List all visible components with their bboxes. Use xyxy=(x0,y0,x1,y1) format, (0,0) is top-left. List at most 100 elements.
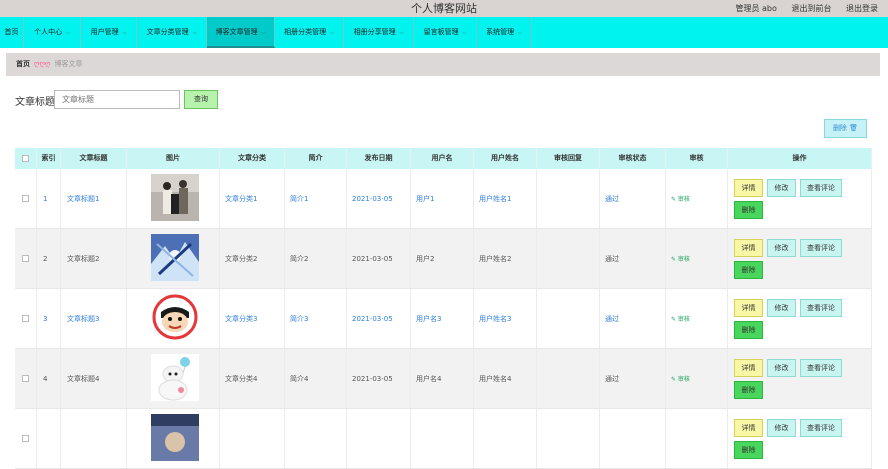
delete-button[interactable]: 删除 xyxy=(734,440,763,459)
view-comments-button[interactable]: 查看评论 xyxy=(800,358,842,377)
cell-index: 2 xyxy=(37,229,61,288)
select-all-checkbox[interactable] xyxy=(22,155,29,162)
view-comments-button[interactable]: 查看评论 xyxy=(800,418,842,437)
nav-article-category[interactable]: 文章分类管理 ⌵ xyxy=(137,17,207,48)
cell-audit: ✎ 审核 xyxy=(666,169,728,228)
chevron-down-icon: ⌵ xyxy=(261,30,266,36)
photo-partial-icon[interactable] xyxy=(151,414,199,463)
delete-button[interactable]: 删除 xyxy=(734,200,763,219)
table-row: 详情 修改 查看评论删除 xyxy=(15,409,872,469)
audit-link[interactable]: ✎ 审核 xyxy=(671,254,690,263)
audit-link[interactable]: ✎ 审核 xyxy=(671,314,690,323)
cell-username xyxy=(411,409,474,468)
white-robot-icon[interactable] xyxy=(151,354,199,403)
cell-operations: 详情 修改 查看评论删除 xyxy=(728,349,872,408)
cell-category: 文章分类4 xyxy=(220,349,285,408)
table-body: 1 文章标题1 文章分类1 简介1 2021-03-05 用户1 用户姓名1 通过 ✎ 审核 详情… xyxy=(15,169,872,469)
top-links: 管理员 abo 退出到前台 退出登录 xyxy=(723,0,878,17)
view-comments-button[interactable]: 查看评论 xyxy=(800,238,842,257)
batch-delete-button[interactable]: 删除 🗑 xyxy=(824,119,867,138)
delete-button[interactable]: 删除 xyxy=(734,380,763,399)
back-to-front-link[interactable]: 退出到前台 xyxy=(791,4,831,13)
anime-art-icon[interactable] xyxy=(151,234,199,283)
cell-operations: 详情 修改 查看评论删除 xyxy=(728,229,872,288)
table-row: 1 文章标题1 文章分类1 简介1 2021-03-05 用户1 用户姓名1 通过 ✎ 审核 详情… xyxy=(15,169,872,229)
cell-date: 2021-03-05 xyxy=(347,169,411,228)
nav-guestbook[interactable]: 留言板管理 ⌵ xyxy=(414,17,477,48)
cell-audit: ✎ 审核 xyxy=(666,289,728,348)
cell-index: 1 xyxy=(37,169,61,228)
edit-button[interactable]: 修改 xyxy=(767,178,796,197)
nav-home[interactable]: 首页 xyxy=(0,17,24,48)
cell-audit-status: 通过 xyxy=(600,229,666,288)
cell-title: 文章标题4 xyxy=(61,349,127,408)
cell-image xyxy=(127,229,220,288)
column-header: 用户名 xyxy=(411,148,474,169)
edit-button[interactable]: 修改 xyxy=(767,238,796,257)
cell-operations: 详情 修改 查看评论删除 xyxy=(728,289,872,348)
column-header: 用户姓名 xyxy=(474,148,537,169)
cell-intro: 简介4 xyxy=(285,349,347,408)
cell-image xyxy=(127,349,220,408)
cell-user-fullname xyxy=(474,409,537,468)
cell-audit-reply xyxy=(537,409,600,468)
row-checkbox[interactable] xyxy=(22,255,29,262)
search-button[interactable]: 查询 xyxy=(184,90,218,109)
nav-user-manage[interactable]: 用户管理 ⌵ xyxy=(81,17,137,48)
cell-username: 用户名3 xyxy=(411,289,474,348)
cell-category: 文章分类2 xyxy=(220,229,285,288)
nav-blog-article[interactable]: 博客文章管理 ⌵ xyxy=(207,17,275,48)
cell-username: 用户2 xyxy=(411,229,474,288)
nav-album-share[interactable]: 相册分享管理 ⌵ xyxy=(344,17,414,48)
cell-intro: 简介3 xyxy=(285,289,347,348)
cell-user-fullname: 用户姓名2 xyxy=(474,229,537,288)
row-checkbox[interactable] xyxy=(22,375,29,382)
cell-user-fullname: 用户姓名1 xyxy=(474,169,537,228)
table-header: 索引 文章标题 图片 文章分类 简介 发布日期 用户名 用户姓名 审核回复 审核… xyxy=(15,148,872,169)
detail-button[interactable]: 详情 xyxy=(734,178,763,197)
row-select-cell xyxy=(15,289,37,348)
edit-button[interactable]: 修改 xyxy=(767,358,796,377)
edit-button[interactable]: 修改 xyxy=(767,418,796,437)
breadcrumb-home[interactable]: 首页 xyxy=(16,60,30,68)
cell-audit: ✎ 审核 xyxy=(666,229,728,288)
nav-system[interactable]: 系统管理 ⌵ xyxy=(477,17,532,48)
nav-album-category[interactable]: 相册分类管理 ⌵ xyxy=(275,17,344,48)
row-checkbox[interactable] xyxy=(22,195,29,202)
search-input[interactable] xyxy=(54,90,180,109)
column-header: 文章标题 xyxy=(61,148,127,169)
delete-button[interactable]: 删除 xyxy=(734,320,763,339)
logout-link[interactable]: 退出登录 xyxy=(846,4,878,13)
row-select-cell xyxy=(15,409,37,468)
search-label: 文章标题 xyxy=(15,97,55,108)
cell-date: 2021-03-05 xyxy=(347,229,411,288)
view-comments-button[interactable]: 查看评论 xyxy=(800,298,842,317)
cell-audit-status xyxy=(600,409,666,468)
admin-label: 管理员 abo xyxy=(735,4,777,13)
detail-button[interactable]: 详情 xyxy=(734,418,763,437)
cell-username: 用户名4 xyxy=(411,349,474,408)
nav-personal-center[interactable]: 个人中心 ⌵ xyxy=(24,17,81,48)
edit-button[interactable]: 修改 xyxy=(767,298,796,317)
detail-button[interactable]: 详情 xyxy=(734,238,763,257)
cell-audit-status: 通过 xyxy=(600,349,666,408)
cell-user-fullname: 用户姓名3 xyxy=(474,289,537,348)
detail-button[interactable]: 详情 xyxy=(734,358,763,377)
audit-link[interactable]: ✎ 审核 xyxy=(671,374,690,383)
view-comments-button[interactable]: 查看评论 xyxy=(800,178,842,197)
detail-button[interactable]: 详情 xyxy=(734,298,763,317)
cell-audit xyxy=(666,409,728,468)
cell-audit: ✎ 审核 xyxy=(666,349,728,408)
select-all-cell xyxy=(15,148,37,169)
row-checkbox[interactable] xyxy=(22,315,29,322)
table-row: 3 文章标题3 文章分类3 简介3 2021-03-05 用户名3 用户姓名3 通过 ✎ 审核 详… xyxy=(15,289,872,349)
row-select-cell xyxy=(15,349,37,408)
cartoon-face-icon[interactable] xyxy=(151,294,199,343)
delete-button[interactable]: 删除 xyxy=(734,260,763,279)
photo-people-icon[interactable] xyxy=(151,174,199,223)
column-header: 审核回复 xyxy=(537,148,600,169)
row-checkbox[interactable] xyxy=(22,435,29,442)
cell-intro: 简介2 xyxy=(285,229,347,288)
cell-index: 3 xyxy=(37,289,61,348)
audit-link[interactable]: ✎ 审核 xyxy=(671,194,690,203)
